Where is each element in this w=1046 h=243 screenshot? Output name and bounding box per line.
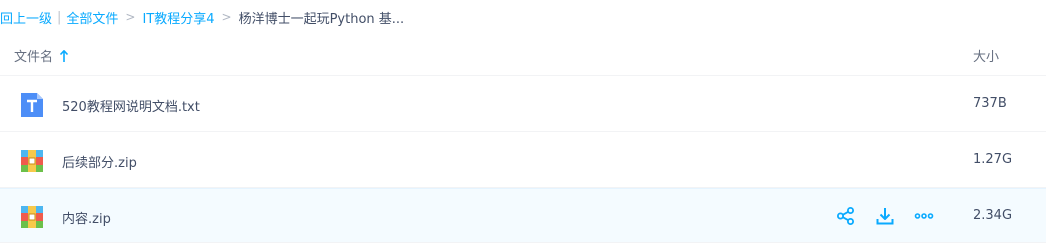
file-row[interactable]: 后续部分.zip 1.27G: [0, 133, 1046, 188]
file-size: 737B: [973, 96, 1007, 111]
name-column-label: 文件名: [14, 50, 54, 65]
back-link[interactable]: 回上一级: [0, 8, 52, 27]
file-name[interactable]: 后续部分.zip: [62, 152, 137, 171]
breadcrumb-current: 杨洋博士一起玩Python 基...: [238, 11, 405, 27]
file-row[interactable]: 520教程网说明文档.txt 737B: [0, 77, 1046, 132]
text-file-icon: [18, 91, 46, 119]
name-column-header[interactable]: 文件名: [14, 46, 69, 65]
more-icon[interactable]: [913, 205, 935, 227]
file-list-header: 文件名 大小: [0, 34, 1046, 76]
zip-archive-icon: [18, 147, 46, 175]
size-column-header[interactable]: 大小: [973, 46, 999, 65]
zip-archive-icon: [18, 203, 46, 231]
file-name[interactable]: 内容.zip: [62, 208, 111, 227]
file-size: 2.34G: [973, 208, 1013, 223]
file-row[interactable]: 内容.zip 2.34G: [0, 188, 1046, 243]
row-actions: [835, 205, 935, 227]
arrow-up-icon[interactable]: [59, 49, 69, 63]
breadcrumb-arrow: >: [221, 10, 232, 24]
file-name[interactable]: 520教程网说明文档.txt: [62, 96, 200, 115]
breadcrumb-all-files[interactable]: 全部文件: [66, 8, 118, 27]
file-size: 1.27G: [973, 152, 1013, 167]
download-icon[interactable]: [874, 205, 896, 227]
share-icon[interactable]: [835, 205, 857, 227]
breadcrumb-folder[interactable]: IT教程分享4: [142, 8, 214, 27]
breadcrumb-arrow: >: [125, 10, 136, 24]
breadcrumb-divider: |: [57, 9, 62, 25]
breadcrumb: 回上一级 | 全部文件 > IT教程分享4 > 杨洋博士一起玩Python 基.…: [0, 0, 1046, 34]
